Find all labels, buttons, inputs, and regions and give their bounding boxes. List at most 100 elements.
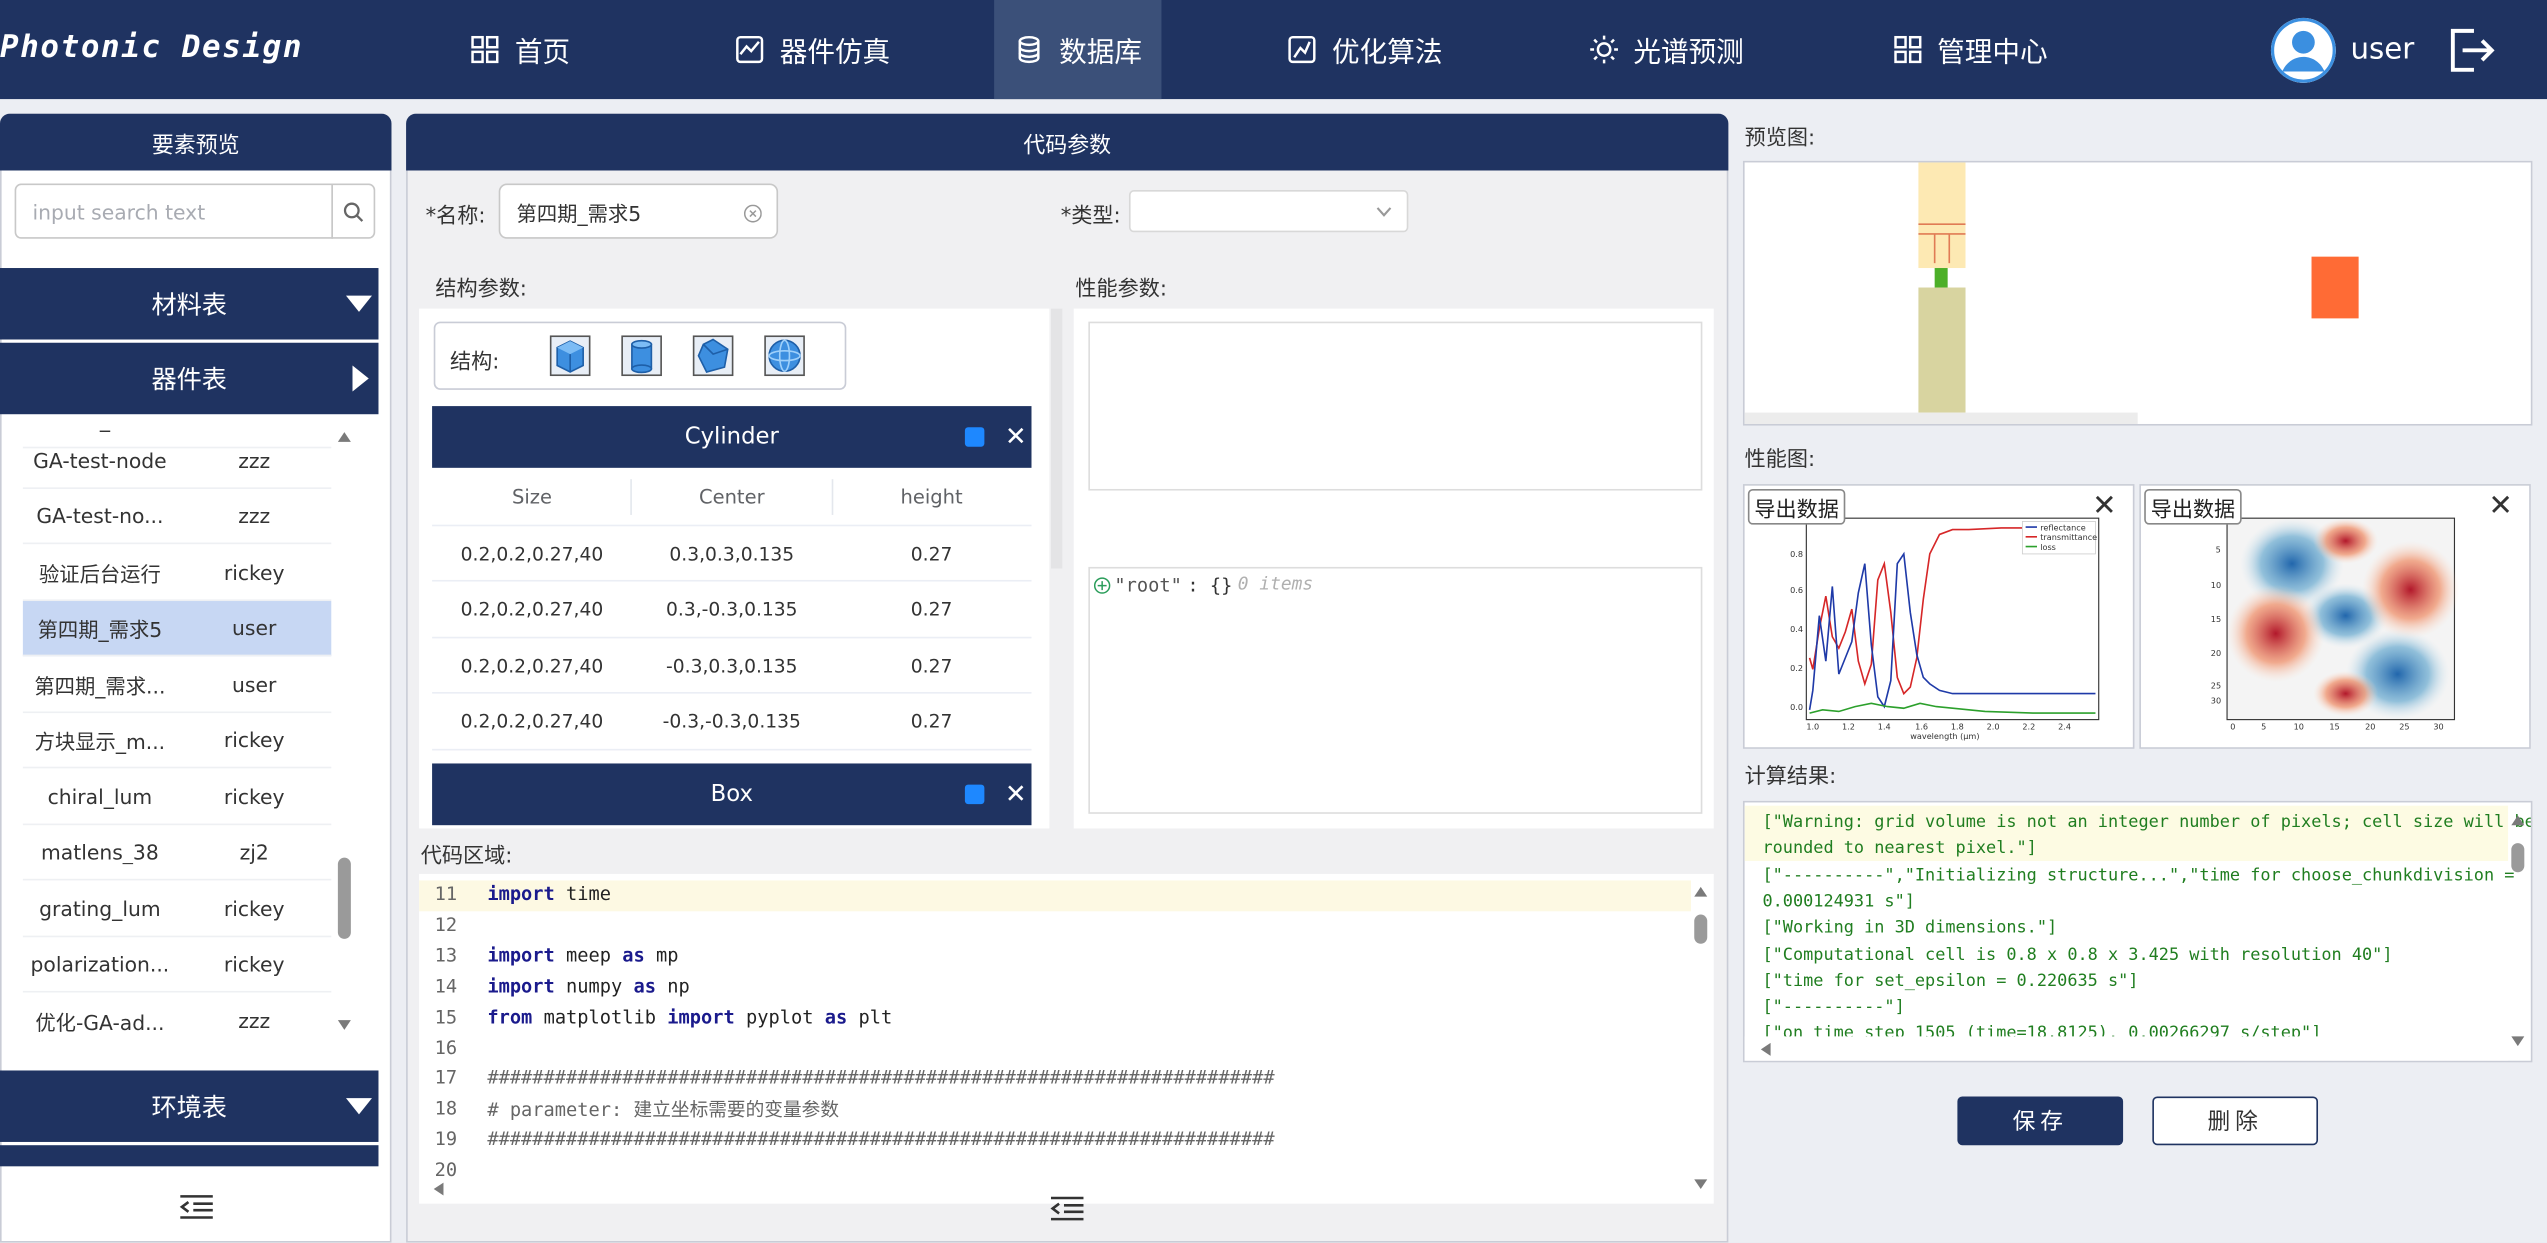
json-item-count: 0 items [1237,573,1314,595]
export-data-button[interactable]: 导出数据 [2144,488,2242,525]
close-icon[interactable]: ✕ [1005,778,1027,809]
perf-params-input[interactable] [1088,321,1703,491]
materials-section[interactable]: 材料表 [0,268,379,340]
table-cell[interactable]: 0.27 [832,526,1032,581]
grid-icon [471,35,499,64]
code-area-label: 代码区域: [420,844,513,870]
result-line: ["Working in 3D dimensions."] [1762,917,2058,938]
expand-icon[interactable] [1093,577,1111,595]
close-icon[interactable]: ✕ [2092,489,2117,523]
list-item[interactable]: grating_lum rickey [22,882,332,938]
devices-section-label: 器件表 [151,365,228,395]
code-scrollbar[interactable] [1691,884,1710,1193]
code-keyword: as [622,943,645,967]
code-editor[interactable]: 11 import time 12 13 import meep as mp 14 impo… [419,873,1714,1204]
clear-icon[interactable] [743,204,762,223]
device-list-scrollbar[interactable] [335,429,354,1033]
preview-image [1742,160,2533,426]
logout-button[interactable] [2445,24,2497,76]
caret-down-icon [345,295,372,312]
color-swatch[interactable] [964,427,985,447]
result-line: ["Computational cell is 0.8 x 0.8 x 3.42… [1762,945,2393,965]
svg-text:1.6: 1.6 [1915,721,1928,731]
left-collapse-button[interactable] [0,1183,391,1232]
name-input[interactable]: 第四期_需求5 [498,183,779,239]
sphere-icon[interactable] [763,335,805,377]
nav-home[interactable]: 首页 [430,0,609,99]
mid-collapse-button[interactable] [406,1186,1728,1231]
list-item[interactable]: GA-test-no... zzz [22,489,332,545]
list-item[interactable]: 方块显示_m... rickey [22,713,332,769]
hscroll-left-icon[interactable] [1759,1041,1772,1057]
table-cell[interactable]: -0.3,-0.3,0.135 [632,694,832,749]
result-label: 计算结果: [1744,765,1837,790]
cube-icon[interactable] [549,335,591,377]
list-item[interactable]: 第四期_需求... user [22,658,332,714]
result-line: ["Warning: grid volume is not an integer… [1762,812,2533,832]
code-text: time [554,882,612,905]
table-cell[interactable]: 0.3,-0.3,0.135 [632,582,832,637]
list-item[interactable]: 优化-GA-ad... zzz [23,994,332,1043]
structure-label: 结构: [449,350,500,376]
list-item[interactable]: chiral_lum rickey [22,770,332,826]
chevron-down-icon [1376,207,1392,217]
svg-text:1.4: 1.4 [1878,721,1891,731]
list-item[interactable]: matlens_38 zj2 [22,825,332,881]
type-select[interactable] [1128,190,1409,233]
database-icon [1018,35,1040,64]
list-item[interactable]: polarization... rickey [22,937,332,993]
table-cell[interactable]: 0.27 [832,638,1032,693]
nav-admin[interactable]: 管理中心 [1868,0,2071,99]
table-cell[interactable]: 0.2,0.2,0.27,40 [432,582,632,637]
nav-optimization[interactable]: 优化算法 [1259,0,1470,99]
json-editor[interactable]: "root" : {} 0 items [1088,566,1703,814]
table-cell[interactable]: -0.3,0.3,0.135 [632,638,832,693]
search-input[interactable]: input search text [14,183,334,239]
delete-button[interactable]: 删除 [2152,1096,2319,1146]
devices-section[interactable]: 器件表 [0,342,379,415]
result-console[interactable]: ["Warning: grid volume is not an integer… [1742,800,2533,1063]
cylinder-object-header: Cylinder ✕ [432,406,1032,468]
apps-icon [1893,35,1921,64]
svg-text:20: 20 [2365,721,2375,731]
hscroll-track[interactable] [1744,1036,2509,1061]
polyhedron-icon[interactable] [692,335,734,377]
close-icon[interactable]: ✕ [2488,489,2513,523]
avatar[interactable] [2270,17,2336,83]
chart-icon [736,35,764,64]
svg-text:2.2: 2.2 [2022,721,2035,731]
device-list: GA_... GA-test-nodezzz GA-test-no...zzz … [22,428,332,1043]
list-item-selected[interactable]: 第四期_需求5 user [22,601,332,657]
code-comment: ########################################… [487,1127,1275,1151]
environment-section[interactable]: 环境表 [0,1070,379,1142]
nav-simulation[interactable]: 器件仿真 [690,0,934,99]
cylinder-icon[interactable] [621,335,663,377]
svg-text:30: 30 [2433,721,2443,731]
close-icon[interactable]: ✕ [1005,421,1027,452]
code-line: import meep as mp [487,943,678,966]
export-data-button[interactable]: 导出数据 [1747,488,1846,525]
table-cell[interactable]: 0.27 [832,582,1032,637]
section-bar-partial [0,1145,379,1167]
json-root-key: "root" [1114,573,1182,597]
color-swatch[interactable] [964,784,985,805]
table-cell[interactable]: 0.2,0.2,0.27,40 [432,526,632,581]
table-cell[interactable]: 0.2,0.2,0.27,40 [432,694,632,749]
indent-icon [1050,1196,1084,1221]
save-button[interactable]: 保存 [1957,1096,2124,1146]
nav-database[interactable]: 数据库 [994,0,1162,100]
svg-text:15: 15 [2329,721,2339,731]
struct-scrollbar[interactable] [1050,308,1063,569]
username[interactable]: user [2351,32,2415,66]
result-scrollbar[interactable] [2508,812,2527,1049]
nav-spectrum[interactable]: 光谱预测 [1564,0,1767,99]
list-item[interactable]: 验证后台运行 rickey [22,546,332,602]
search-button[interactable] [331,183,376,239]
list-item[interactable]: GA-test-node zzz [22,434,332,489]
table-cell[interactable]: 0.2,0.2,0.27,40 [432,638,632,693]
code-text: plt [847,1004,893,1028]
table-cell[interactable]: 0.3,0.3,0.135 [632,526,832,581]
spectrum-chart-card: reflectance transmittance loss wavelengt… [1742,484,2135,749]
code-text: pyplot [734,1004,825,1028]
table-cell[interactable]: 0.27 [832,694,1032,749]
